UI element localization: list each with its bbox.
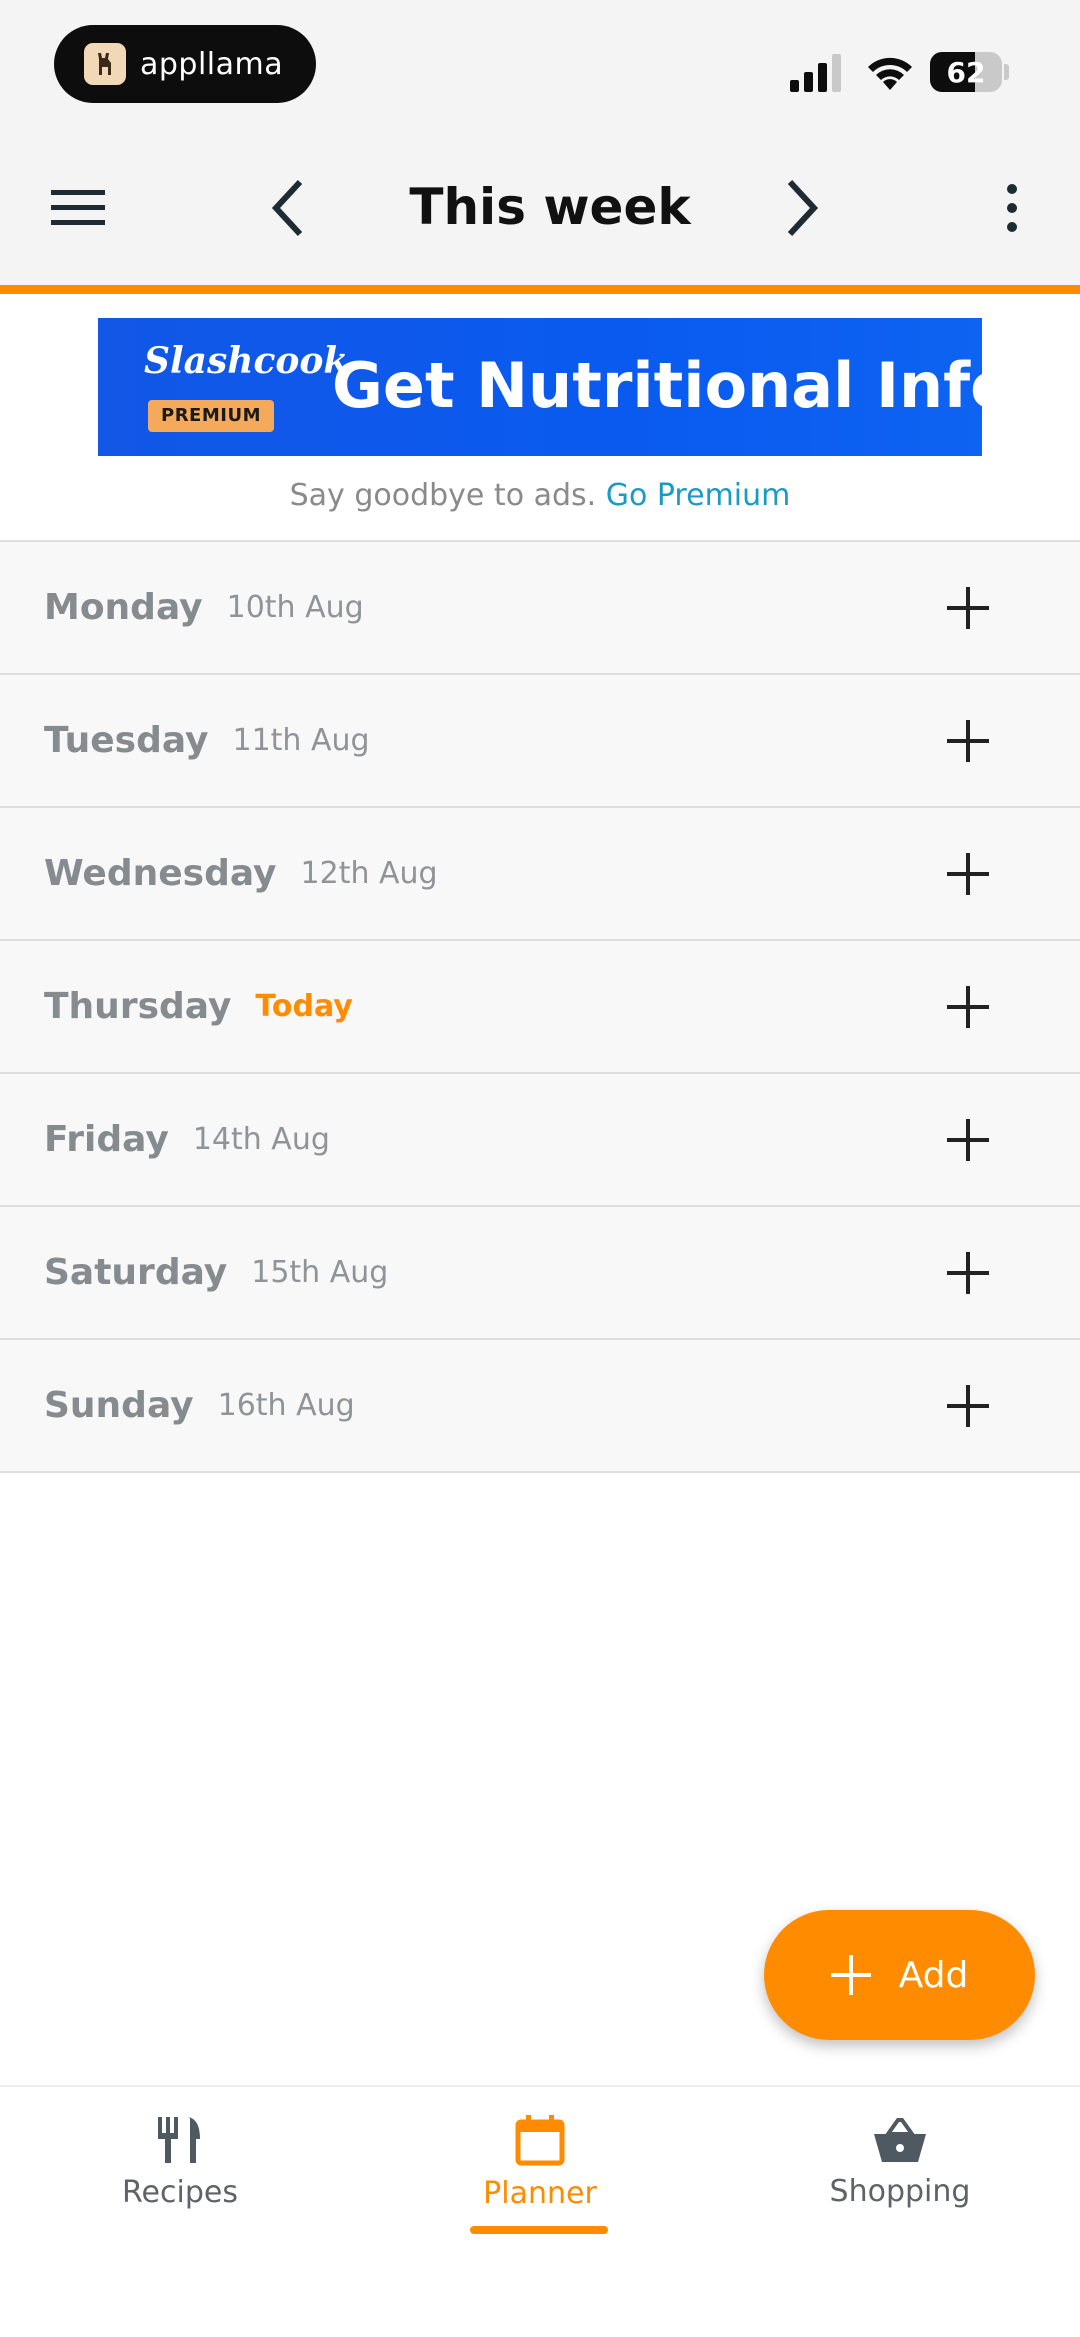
- day-name: Tuesday: [44, 720, 209, 761]
- more-vertical-icon: [1007, 184, 1017, 232]
- app-bar-accent-line: [0, 285, 1080, 294]
- day-date: 12th Aug: [300, 856, 438, 891]
- day-date: 10th Aug: [226, 590, 364, 625]
- more-options-button[interactable]: [972, 168, 1052, 248]
- page-title: This week: [409, 178, 691, 236]
- day-name: Sunday: [44, 1385, 194, 1426]
- day-date: 14th Aug: [192, 1122, 330, 1157]
- add-meal-button[interactable]: [938, 844, 998, 904]
- ad-caption: Say goodbye to ads. Go Premium: [0, 478, 1080, 513]
- today-label: Today: [255, 989, 353, 1024]
- day-date: 16th Aug: [217, 1388, 355, 1423]
- day-row-thursday[interactable]: Thursday Today: [0, 941, 1080, 1074]
- pill-text: appllama: [140, 46, 284, 82]
- hamburger-menu-icon: [51, 190, 105, 225]
- battery-indicator: 62: [930, 52, 1002, 92]
- day-name: Wednesday: [44, 853, 277, 894]
- day-list: Monday 10th Aug Tuesday 11th Aug Wednesd…: [0, 540, 1080, 1473]
- plus-icon: [947, 986, 989, 1028]
- menu-button[interactable]: [38, 168, 118, 248]
- nav-label-planner: Planner: [483, 2175, 597, 2211]
- add-meal-button[interactable]: [938, 711, 998, 771]
- bottom-navigation: Recipes Planner Shopping: [0, 2085, 1080, 2337]
- day-row-saturday[interactable]: Saturday 15th Aug: [0, 1207, 1080, 1340]
- screen-recorder-pill: appllama: [54, 25, 316, 103]
- next-week-button[interactable]: [762, 168, 842, 248]
- battery-level: 62: [946, 55, 986, 89]
- battery-nub: [1004, 64, 1009, 80]
- cellular-signal-icon: [790, 54, 841, 92]
- plus-icon: [947, 720, 989, 762]
- fab-label: Add: [898, 1954, 969, 1996]
- add-meal-button[interactable]: [938, 1243, 998, 1303]
- day-name: Thursday: [44, 986, 232, 1027]
- nav-item-recipes[interactable]: Recipes: [0, 2087, 360, 2237]
- day-row-friday[interactable]: Friday 14th Aug: [0, 1074, 1080, 1207]
- day-row-tuesday[interactable]: Tuesday 11th Aug: [0, 675, 1080, 808]
- add-meal-button[interactable]: [938, 977, 998, 1037]
- nav-label-shopping: Shopping: [829, 2173, 971, 2209]
- day-date: 11th Aug: [232, 723, 370, 758]
- day-name: Friday: [44, 1119, 169, 1160]
- go-premium-link[interactable]: Go Premium: [606, 478, 791, 513]
- active-tab-indicator: [470, 2226, 608, 2234]
- basket-icon: [874, 2117, 926, 2162]
- nav-item-planner[interactable]: Planner: [360, 2087, 720, 2237]
- nav-item-shopping[interactable]: Shopping: [720, 2087, 1080, 2237]
- day-row-monday[interactable]: Monday 10th Aug: [0, 542, 1080, 675]
- day-name: Monday: [44, 587, 203, 628]
- plus-icon: [947, 853, 989, 895]
- add-fab-button[interactable]: Add: [764, 1910, 1035, 2040]
- plus-icon: [947, 1119, 989, 1161]
- add-meal-button[interactable]: [938, 1376, 998, 1436]
- add-meal-button[interactable]: [938, 578, 998, 638]
- ad-headline: Get Nutritional Info: [332, 349, 1013, 422]
- chevron-right-icon: [787, 179, 819, 237]
- plus-icon: [830, 1955, 871, 1995]
- wifi-icon: [868, 57, 912, 90]
- plus-icon: [947, 587, 989, 629]
- ad-caption-text: Say goodbye to ads.: [289, 478, 597, 513]
- ad-banner[interactable]: Slashcook PREMIUM Get Nutritional Info: [98, 318, 1013, 456]
- day-name: Saturday: [44, 1252, 228, 1293]
- day-date: 15th Aug: [251, 1255, 389, 1290]
- fork-knife-icon: [158, 2116, 200, 2163]
- nav-label-recipes: Recipes: [122, 2174, 238, 2210]
- calendar-icon: [515, 2114, 565, 2165]
- llama-logo-icon: [84, 43, 126, 85]
- day-row-sunday[interactable]: Sunday 16th Aug: [0, 1340, 1080, 1473]
- ad-premium-badge: PREMIUM: [148, 400, 274, 432]
- plus-icon: [947, 1385, 989, 1427]
- plus-icon: [947, 1252, 989, 1294]
- previous-week-button[interactable]: [248, 168, 328, 248]
- ad-brand-logo: Slashcook: [144, 340, 349, 382]
- add-meal-button[interactable]: [938, 1110, 998, 1170]
- chevron-left-icon: [271, 179, 303, 237]
- day-row-wednesday[interactable]: Wednesday 12th Aug: [0, 808, 1080, 941]
